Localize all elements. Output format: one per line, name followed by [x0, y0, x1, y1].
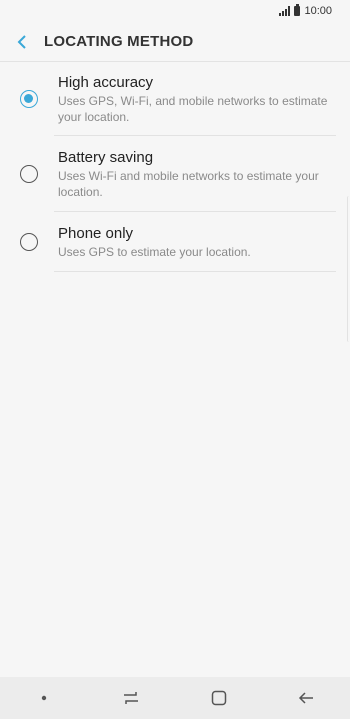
battery-icon: [294, 4, 301, 16]
dot-icon: [41, 695, 46, 701]
signal-icon: [279, 6, 291, 16]
option-high-accuracy[interactable]: High accuracy Uses GPS, Wi-Fi, and mobil…: [0, 62, 350, 136]
navigation-bar: [0, 677, 350, 719]
back-arrow-icon: [299, 692, 314, 704]
chevron-left-icon: [17, 34, 26, 49]
radio-battery-saving[interactable]: [20, 165, 38, 183]
status-time: 10:00: [304, 5, 332, 17]
back-button[interactable]: [0, 22, 44, 62]
option-description: Uses Wi-Fi and mobile networks to estima…: [58, 169, 319, 199]
option-title: Battery saving: [58, 149, 154, 166]
recents-button[interactable]: [111, 678, 151, 718]
recents-icon: [124, 692, 139, 704]
home-button[interactable]: [199, 678, 239, 718]
locating-method-list: High accuracy Uses GPS, Wi-Fi, and mobil…: [0, 62, 350, 272]
radio-high-accuracy[interactable]: [20, 90, 38, 108]
option-title: High accuracy: [58, 74, 154, 91]
radio-phone-only[interactable]: [20, 233, 38, 251]
page-title: LOCATING METHOD: [44, 33, 194, 50]
option-phone-only[interactable]: Phone only Uses GPS to estimate your loc…: [0, 212, 350, 272]
option-description: Uses GPS to estimate your location.: [58, 245, 251, 259]
status-bar: 10:00: [0, 0, 350, 22]
option-title: Phone only: [58, 225, 134, 242]
app-header: LOCATING METHOD: [0, 22, 350, 62]
home-icon: [211, 690, 226, 706]
option-description: Uses GPS, Wi-Fi, and mobile networks to …: [58, 94, 328, 124]
nav-back-button[interactable]: [286, 678, 326, 718]
option-battery-saving[interactable]: Battery saving Uses Wi-Fi and mobile net…: [0, 136, 350, 212]
nav-dot-button[interactable]: [24, 678, 64, 718]
divider: [54, 271, 336, 272]
